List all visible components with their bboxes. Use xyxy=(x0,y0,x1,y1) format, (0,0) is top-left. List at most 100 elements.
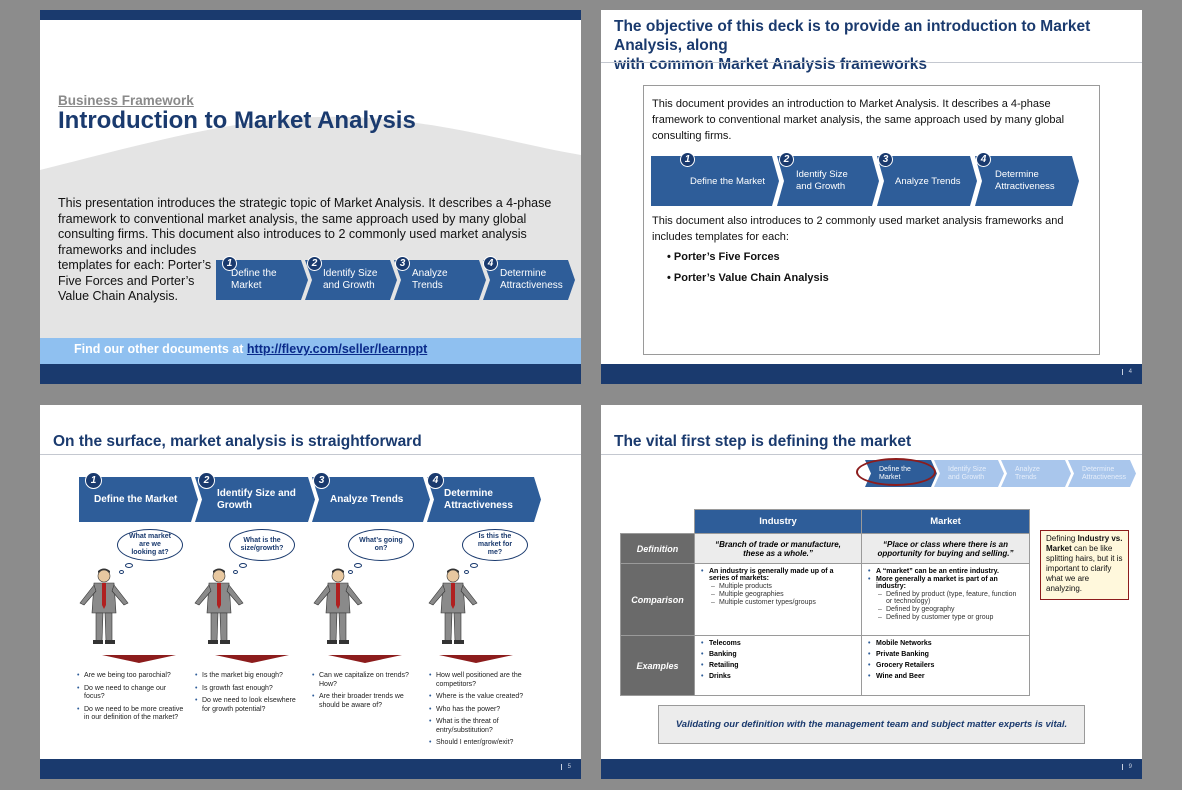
phase-label: Identify Size and Growth xyxy=(948,465,987,481)
bullet-list-size: Is the market big enough? Is growth fast… xyxy=(195,672,303,718)
slide-3-surface[interactable]: On the surface, market analysis is strai… xyxy=(40,405,581,779)
footer-bar: 4 xyxy=(601,364,1142,384)
title-rule xyxy=(40,454,581,455)
phase-number: 2 xyxy=(779,152,794,167)
phase-label: Identify Size and Growth xyxy=(796,169,848,192)
row-header-definition: Definition xyxy=(620,533,695,564)
comparison-industry: An industry is generally made up of a se… xyxy=(694,563,862,636)
down-arrow-icon xyxy=(439,655,513,663)
list-item: Drinks xyxy=(701,673,855,680)
phase-chevron-4: Determine Attractiveness xyxy=(427,477,541,522)
list-item: Defined by customer type or group xyxy=(868,614,1023,621)
body-line: consulting firms. This document also int… xyxy=(58,227,527,241)
slide-title: On the surface, market analysis is strai… xyxy=(53,433,422,450)
slide-4-defining[interactable]: The vital first step is defining the mar… xyxy=(601,405,1142,779)
phase-label: Analyze Trends xyxy=(895,175,961,187)
thought-bubble: What’s going on? xyxy=(348,529,414,561)
phase-number: 4 xyxy=(483,256,498,271)
comparison-market: A “market” can be an entire industry. Mo… xyxy=(861,563,1030,636)
flevy-link[interactable]: http://flevy.com/seller/learnppt xyxy=(247,342,427,356)
bullet-list-attractiveness: How well positioned are the competitors?… xyxy=(429,672,529,752)
list-item: Multiple products xyxy=(701,583,855,590)
list-item: Defined by geography xyxy=(868,606,1023,613)
phase-label: Define the Market xyxy=(94,494,178,505)
footer-bar xyxy=(40,364,581,384)
phase-label: Analyze Trends xyxy=(330,494,404,505)
phase-label: Define the Market xyxy=(690,175,765,187)
callout-text: Defining xyxy=(1046,534,1078,543)
title-line: The objective of this deck is to provide… xyxy=(614,18,1091,54)
phase-number: 1 xyxy=(85,472,102,489)
intro-paragraph: This document provides an introduction t… xyxy=(652,98,1065,142)
slide-title: The vital first step is defining the mar… xyxy=(614,433,912,450)
businessman-icon xyxy=(313,568,363,644)
frameworks-paragraph: This document also introduces to 2 commo… xyxy=(652,215,1064,243)
businessman-icon xyxy=(194,568,244,644)
phase-number: 3 xyxy=(878,152,893,167)
definition-industry: “Branch of trade or manufacture, these a… xyxy=(694,533,862,564)
list-item: Banking xyxy=(701,651,855,658)
list-item: Wine and Beer xyxy=(868,673,1023,680)
title-rule xyxy=(601,62,1142,63)
list-item: Multiple customer types/groups xyxy=(701,599,855,606)
phase-number: 2 xyxy=(198,472,215,489)
find-documents: Find our other documents at http://flevy… xyxy=(74,342,427,356)
down-arrow-icon xyxy=(102,655,176,663)
bullet-list-trends: Can we capitalize on trends? How? Are th… xyxy=(312,672,412,714)
businessman-icon xyxy=(79,568,129,644)
down-arrow-icon xyxy=(215,655,289,663)
page-number: 4 xyxy=(1121,369,1132,375)
phase-chevron-4: Determine Attractiveness xyxy=(975,156,1079,206)
row-header-comparison: Comparison xyxy=(620,563,695,636)
phase-label: Analyze Trends xyxy=(1015,465,1040,481)
col-header-industry: Industry xyxy=(694,509,862,534)
find-text: Find our other documents at xyxy=(74,342,247,356)
list-item: Can we capitalize on trends? How? xyxy=(312,672,412,689)
phase-label: Identify Size and Growth xyxy=(323,268,378,291)
phase-chevron-3: Analyze Trends xyxy=(312,477,430,522)
phase-label: Identify Size and Growth xyxy=(217,487,296,511)
phase-number: 4 xyxy=(976,152,991,167)
list-item: More generally a market is part of an in… xyxy=(868,576,1023,590)
phase-label: Determine Attractiveness xyxy=(1082,465,1126,481)
phase-number: 4 xyxy=(427,472,444,489)
list-item: How well positioned are the competitors? xyxy=(429,672,529,689)
col-header-market: Market xyxy=(861,509,1030,534)
slide-1-title[interactable]: Business Framework Introduction to Marke… xyxy=(40,10,581,384)
row-header-examples: Examples xyxy=(620,635,695,696)
bullet-five-forces: • Porter’s Five Forces xyxy=(667,251,780,263)
businessman-icon xyxy=(428,568,478,644)
phase-number: 3 xyxy=(395,256,410,271)
phase-number: 2 xyxy=(307,256,322,271)
page-number: 9 xyxy=(1121,764,1132,770)
list-item: Are we being too parochial? xyxy=(77,672,185,681)
list-item: Telecoms xyxy=(701,640,855,647)
slide-title: The objective of this deck is to provide… xyxy=(614,17,1142,74)
definition-market: “Place or class where there is an opport… xyxy=(861,533,1030,564)
list-item: What is the threat of entry/substitution… xyxy=(429,718,529,735)
page-number: 5 xyxy=(560,764,571,770)
validation-banner: Validating our definition with the manag… xyxy=(658,705,1085,744)
list-item: Defined by product (type, feature, funct… xyxy=(868,591,1023,605)
empty-corner xyxy=(621,510,695,534)
thought-bubble: Is this the market for me? xyxy=(462,529,528,561)
body-line: This presentation introduces the strateg… xyxy=(58,196,552,210)
down-arrow-icon xyxy=(328,655,402,663)
list-item: Do we need to change our focus? xyxy=(77,685,185,702)
subtitle: Business Framework xyxy=(58,93,194,108)
top-bar xyxy=(40,10,581,20)
title-rule xyxy=(601,454,1142,455)
page-title: Introduction to Market Analysis xyxy=(58,107,416,134)
list-item: Multiple geographies xyxy=(701,591,855,598)
mini-chevron-3: Analyze Trends xyxy=(1001,460,1071,487)
phase-label: Determine Attractiveness xyxy=(500,268,563,291)
slide-2-objective[interactable]: The objective of this deck is to provide… xyxy=(601,10,1142,384)
examples-market: Mobile Networks Private Banking Grocery … xyxy=(861,635,1030,696)
bullet-list-define: Are we being too parochial? Do we need t… xyxy=(77,672,185,727)
footer-bar: 9 xyxy=(601,759,1142,779)
callout-note: Defining Industry vs. Market can be like… xyxy=(1040,530,1129,600)
mini-chevron-4: Determine Attractiveness xyxy=(1068,460,1136,487)
list-item: An industry is generally made up of a se… xyxy=(701,568,855,582)
list-item: Do we need to be more creative in our de… xyxy=(77,706,185,723)
footer-bar: 5 xyxy=(40,759,581,779)
